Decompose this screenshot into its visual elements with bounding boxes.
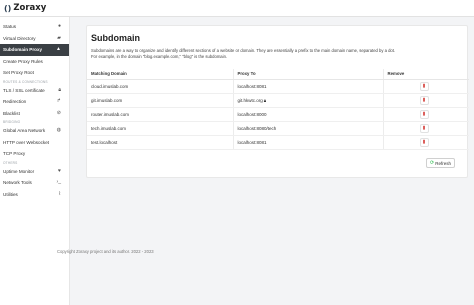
remove-button[interactable]: ▮ [419,95,429,105]
refresh-icon: ⟳ [430,159,435,166]
table-row: router.imuslab.com localhost:8000 ▮ [87,107,469,122]
trash-icon: ▮ [422,110,426,117]
footer-copyright: Copyright Zoraxy project and its author.… [57,249,154,254]
matching-domain-cell: test.localhost [87,135,233,150]
sidebar-item-redirection[interactable]: Redirection ↱ [0,96,69,108]
sidebar-item-global-area-network[interactable]: Global Area Network ◍ [0,125,69,137]
sidebar-item-utilities[interactable]: Utilities ⌇ [0,189,69,201]
sidebar-item-label: TLS / SSL certificate [3,87,45,93]
sidebar-item-blacklist[interactable]: Blacklist ⊘ [0,108,69,120]
sidebar-item-label: Subdomain Proxy [3,47,43,52]
proxy-to-cell: git.hkwtc.org🔒︎ [232,93,383,108]
zoraxy-logo-icon: () [4,3,12,13]
sidebar-item-virtual-directory[interactable]: Virtual Directory ▰ [0,33,69,45]
remove-cell: ▮ [382,93,469,108]
table-row: tech.imuslab.com localhost:8080/tech ▮ [87,121,469,136]
sidebar-item-set-proxy-root[interactable]: Set Proxy Root [0,67,69,79]
ban-icon: ⊘ [56,109,61,116]
sidebar-item-label: Uptime Monitor [3,168,35,174]
refresh-button[interactable]: ⟳ Refresh [426,158,455,168]
brand[interactable]: () Zoraxy [4,3,46,13]
sitemap-icon: ▲ [56,46,61,52]
subdomain-panel: Subdomain Subdomains are a way to organi… [86,25,469,178]
remove-cell: ▮ [382,135,469,150]
sidebar-item-tcp-proxy[interactable]: TCP Proxy [0,148,69,160]
proxy-to-cell: localhost:8080/tech [232,121,383,136]
sidebar-item-label: TCP Proxy [3,151,26,156]
sidebar: Status ● Virtual Directory ▰ Subdomain P… [0,17,70,305]
sidebar-item-label: Network Tools [3,180,32,185]
sidebar-item-uptime-monitor[interactable]: Uptime Monitor ♥ [0,166,69,178]
matching-domain-cell: git.imuslab.com [87,93,233,108]
sidebar-item-status[interactable]: Status ● [0,21,69,33]
table-row: test.localhost localhost:8081 ▮ [87,135,469,150]
top-bar: () Zoraxy [0,0,474,17]
proxy-to-text: git.hkwtc.org [237,97,263,103]
sidebar-item-label: Utilities [3,191,18,197]
sidebar-item-label: Create Proxy Rules [3,58,43,64]
sidebar-item-label: Virtual Directory [3,35,36,41]
globe-icon: ◍ [56,127,61,133]
sidebar-item-subdomain-proxy[interactable]: Subdomain Proxy ▲ [0,44,69,56]
trash-icon: ▮ [422,96,426,103]
proxy-to-cell: localhost:8081 [232,79,383,94]
table-row: cloud.imuslab.com localhost:8081 ▮ [87,79,469,94]
info-circle-icon: ● [57,23,61,29]
folder-icon: ▰ [57,34,61,41]
app-title: Zoraxy [13,3,47,13]
description-line-2: For example, in the domain "blog.example… [91,54,228,59]
page-description: Subdomains are a way to organize and ide… [91,48,451,60]
terminal-icon: ›_ [56,179,61,185]
table-row: git.imuslab.com git.hkwtc.org🔒︎ ▮ [87,93,469,108]
sidebar-item-http-over-websocket[interactable]: HTTP over Websocket [0,137,69,149]
matching-domain-cell: tech.imuslab.com [87,121,233,136]
trash-icon: ▮ [422,82,426,89]
redirect-icon: ↱ [56,98,61,104]
remove-button[interactable]: ▮ [419,81,429,91]
sidebar-item-label: Redirection [3,99,27,104]
page-title: Subdomain [91,33,140,43]
sidebar-item-label: Global Area Network [3,128,46,133]
trash-icon: ▮ [422,138,426,145]
column-header-proxy-to: Proxy To [232,69,383,80]
column-header-remove: Remove [382,69,469,80]
remove-cell: ▮ [382,79,469,94]
heartbeat-icon: ♥ [58,167,61,174]
remove-button[interactable]: ▮ [419,109,429,119]
refresh-label: Refresh [435,160,451,166]
lock-icon: 🔒︎ [263,97,267,103]
table-header-row: Matching Domain Proxy To Remove [87,69,469,80]
sidebar-item-label: Blacklist [3,110,20,116]
paperclip-icon: ⌇ [58,190,61,197]
sidebar-item-label: Set Proxy Root [3,70,34,75]
sidebar-item-label: HTTP over Websocket [3,139,50,145]
proxy-to-cell: localhost:8000 [232,107,383,122]
matching-domain-cell: router.imuslab.com [87,107,233,122]
lock-icon: 🔒︎ [58,86,61,93]
remove-cell: ▮ [382,121,469,136]
trash-icon: ▮ [422,124,426,131]
sidebar-item-create-proxy-rules[interactable]: Create Proxy Rules [0,56,69,68]
sidebar-item-tls[interactable]: TLS / SSL certificate 🔒︎ [0,85,69,97]
proxy-to-cell: localhost:8081 [232,135,383,150]
sidebar-item-network-tools[interactable]: Network Tools ›_ [0,177,69,189]
column-header-matching-domain: Matching Domain [87,69,233,80]
remove-button[interactable]: ▮ [419,137,429,147]
matching-domain-cell: cloud.imuslab.com [87,79,233,94]
sidebar-item-label: Status [3,24,17,29]
remove-cell: ▮ [382,107,469,122]
subdomain-table: Matching Domain Proxy To Remove cloud.im… [87,69,469,150]
remove-button[interactable]: ▮ [419,123,429,133]
